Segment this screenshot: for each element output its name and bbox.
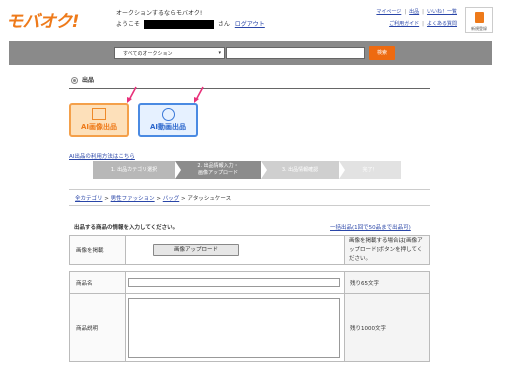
annotation-arrow-icon	[127, 86, 137, 103]
ai-image-label: AI画像出品	[80, 123, 118, 131]
mobaoku-logo[interactable]: モバオク!	[6, 7, 79, 32]
product-description-textarea[interactable]	[128, 297, 340, 358]
product-name-remaining: 残り65文字	[344, 271, 430, 294]
annotation-arrow-icon	[194, 86, 204, 103]
sell-link[interactable]: 出品	[409, 9, 419, 15]
register-label: 新規登録	[471, 26, 487, 31]
redacted-username	[143, 20, 214, 29]
faq-link[interactable]: よくある質問	[427, 21, 457, 27]
upload-note: 画像を掲載する場合は[画像アップロード]ボタンを押してください。	[344, 235, 430, 265]
product-name-cell	[125, 271, 345, 294]
step-input: 2. 出品情報入力・ 画像アップロード	[175, 161, 261, 179]
form-instruction: 出品する商品の情報を入力してください。	[74, 225, 179, 231]
search-bar: すべてのオークション ▾ 検索	[9, 41, 492, 65]
listing-form: 画像を掲載 画像アップロード 画像を掲載する場合は[画像アップロード]ボタンを押…	[69, 235, 430, 362]
breadcrumb-bags[interactable]: バッグ	[163, 196, 180, 202]
video-icon	[161, 108, 175, 121]
welcome-suffix: さん	[217, 21, 230, 28]
description-row: 商品説明 残り1000文字	[69, 293, 430, 362]
breadcrumb-separator: >	[181, 196, 186, 202]
breadcrumb-current: アタッシュケース	[187, 196, 232, 202]
welcome-prefix: ようこそ	[116, 21, 141, 28]
breadcrumb-separator: >	[104, 196, 109, 202]
search-input[interactable]	[226, 47, 365, 59]
spacer-row	[69, 264, 430, 272]
step-chevron-icon	[175, 161, 181, 179]
step-complete: 完了！	[339, 161, 401, 179]
ai-image-listing-button[interactable]: AI画像出品	[69, 103, 129, 137]
image-upload-cell: 画像アップロード	[125, 235, 345, 265]
breadcrumb-all-categories[interactable]: 全カテゴリ	[75, 196, 103, 202]
image-upload-button[interactable]: 画像アップロード	[153, 244, 239, 256]
step-category: 1. 出品カテゴリ選択	[93, 161, 175, 179]
search-button[interactable]: 検索	[369, 46, 395, 60]
progress-steps: 1. 出品カテゴリ選択 2. 出品情報入力・ 画像アップロード 3. 出品情報確…	[93, 161, 401, 179]
category-select-value: すべてのオークション	[123, 51, 173, 57]
product-description-label: 商品説明	[69, 293, 126, 362]
bullet-icon	[71, 77, 78, 84]
ai-video-listing-button[interactable]: AI動画出品	[138, 103, 198, 137]
ai-help-link[interactable]: AI出品の利用方法はこちら	[69, 152, 135, 160]
product-name-input[interactable]	[128, 278, 340, 287]
bulk-listing-link[interactable]: 一括出品(1回で50品まで出品可)	[330, 223, 411, 231]
breadcrumb: 全カテゴリ > 男性ファッション > バッグ > アタッシュケース	[75, 194, 231, 202]
mypage-link[interactable]: マイページ	[376, 9, 401, 15]
register-icon	[474, 12, 484, 23]
product-description-cell	[125, 293, 345, 362]
step-confirm: 3. 出品情報確認	[261, 161, 339, 179]
page-title: 出品	[71, 75, 94, 84]
breadcrumb-mens-fashion[interactable]: 男性ファッション	[111, 196, 155, 202]
top-links-row2: ご利用ガイド | よくある質問	[389, 21, 457, 27]
likes-link[interactable]: いいね！一覧	[427, 9, 457, 15]
chevron-down-icon: ▾	[218, 50, 221, 56]
product-description-remaining: 残り1000文字	[344, 293, 430, 362]
guide-link[interactable]: ご利用ガイド	[389, 21, 419, 27]
top-links-row1: マイページ | 出品 | いいね！一覧	[376, 9, 457, 15]
breadcrumb-box: 全カテゴリ > 男性ファッション > バッグ > アタッシュケース	[69, 189, 430, 206]
image-label: 画像を掲載	[69, 235, 126, 265]
ai-video-label: AI動画出品	[149, 123, 187, 131]
step-input-line1: 2. 出品情報入力・	[197, 163, 239, 169]
product-name-label: 商品名	[69, 271, 126, 294]
category-select[interactable]: すべてのオークション ▾	[114, 47, 225, 59]
step-chevron-icon	[261, 161, 267, 179]
name-row: 商品名 残り65文字	[69, 271, 430, 294]
welcome-user: ようこそ さん ログアウト	[116, 19, 265, 29]
title-divider	[69, 88, 430, 89]
spacer-cell	[69, 264, 430, 272]
step-chevron-icon	[339, 161, 345, 179]
welcome-tagline: オークションするならモバオク!	[116, 10, 203, 17]
logout-link[interactable]: ログアウト	[235, 21, 265, 28]
step-input-line2: 画像アップロード	[197, 170, 238, 176]
page-title-text: 出品	[82, 77, 95, 84]
register-button[interactable]: 新規登録	[465, 7, 493, 33]
image-icon	[92, 108, 106, 120]
breadcrumb-separator: >	[156, 196, 161, 202]
image-row: 画像を掲載 画像アップロード 画像を掲載する場合は[画像アップロード]ボタンを押…	[69, 235, 430, 265]
